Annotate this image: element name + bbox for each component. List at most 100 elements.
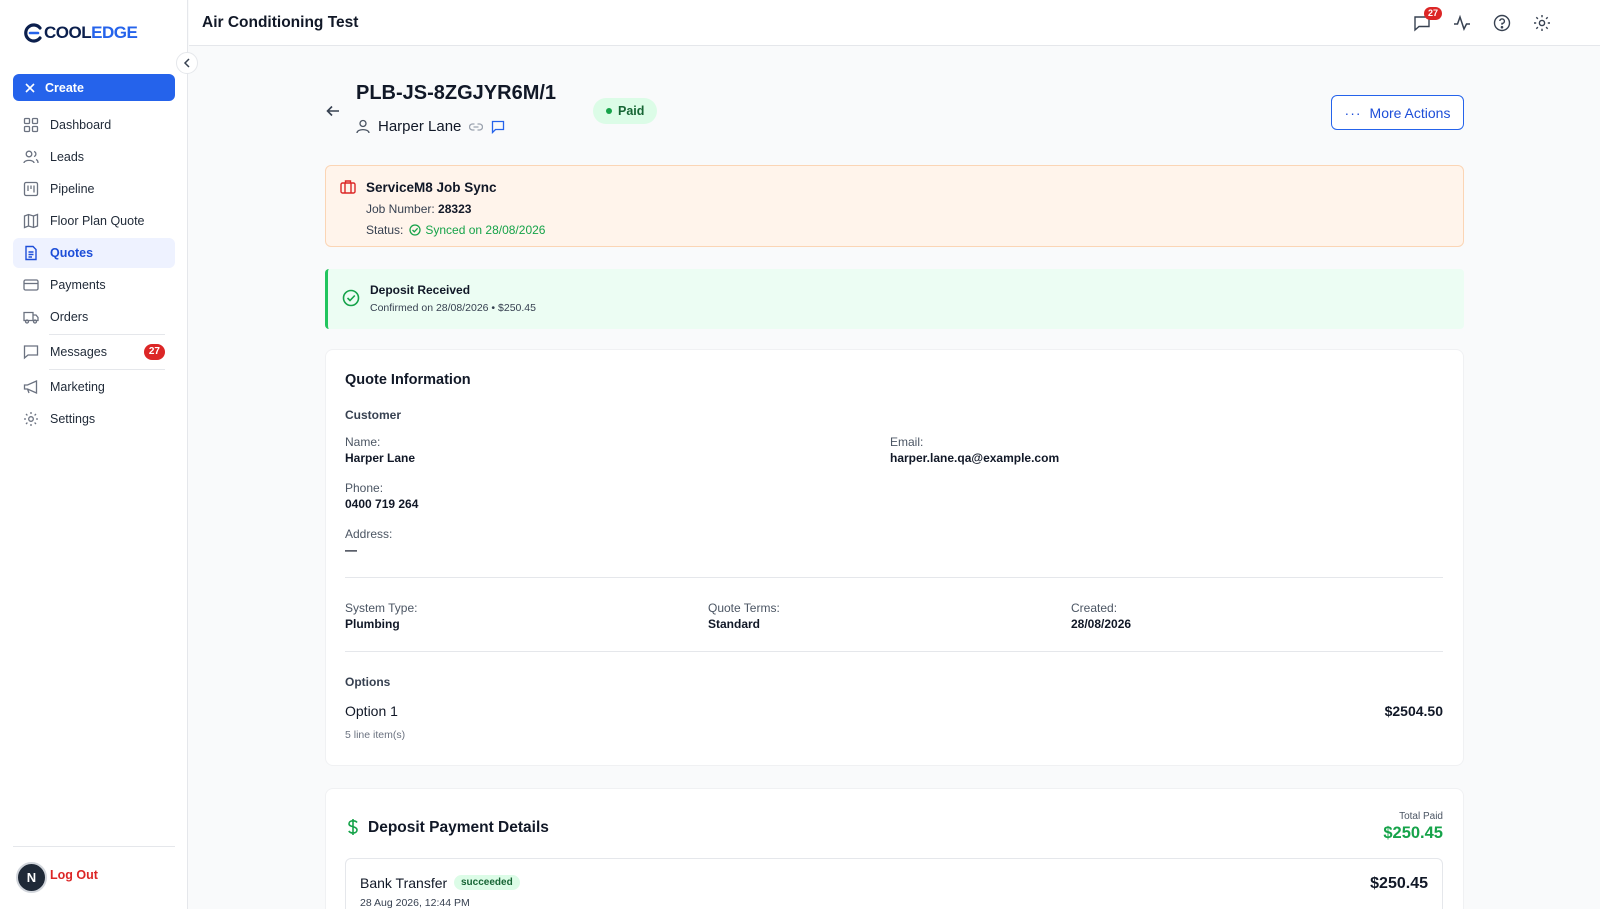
sidebar: COOLEDGE Create Dashboard Leads Pipeline… xyxy=(0,0,188,909)
sidebar-item-label: Marketing xyxy=(50,380,105,394)
created-label: Created: xyxy=(1071,601,1118,615)
truck-icon xyxy=(23,311,39,324)
deposit-title: Deposit Received xyxy=(370,283,471,297)
sidebar-item-quotes[interactable]: Quotes xyxy=(13,238,175,268)
settings-button[interactable] xyxy=(1532,13,1552,33)
sidebar-item-leads[interactable]: Leads xyxy=(13,142,175,172)
top-bar: Air Conditioning Test 27 xyxy=(189,0,1600,46)
create-button[interactable]: Create xyxy=(13,74,175,101)
address-label: Address: xyxy=(345,527,393,541)
sync-title: ServiceM8 Job Sync xyxy=(366,180,497,195)
sidebar-item-label: Payments xyxy=(50,278,106,292)
payment-amount: $250.45 xyxy=(1370,875,1428,892)
phone-value[interactable]: 0400 719 264 xyxy=(345,497,418,511)
sidebar-item-floor-plan-quote[interactable]: Floor Plan Quote xyxy=(13,206,175,236)
help-icon xyxy=(1493,14,1511,32)
payment-row[interactable]: Bank Transfer succeeded 28 Aug 2026, 12:… xyxy=(345,858,1443,909)
sync-status: Status: Synced on 28/08/2026 xyxy=(366,223,545,237)
link-icon[interactable] xyxy=(469,122,484,132)
more-icon: ··· xyxy=(1344,104,1362,121)
section-divider xyxy=(345,577,1443,578)
notifications-button[interactable]: 27 xyxy=(1412,7,1442,33)
sidebar-item-label: Orders xyxy=(50,310,89,324)
close-icon xyxy=(25,82,35,93)
megaphone-icon xyxy=(23,379,38,395)
job-number-label: Job Number: xyxy=(366,202,435,216)
more-actions-button[interactable]: ··· More Actions xyxy=(1331,95,1464,130)
options-section-label: Options xyxy=(345,675,391,689)
sidebar-item-settings[interactable]: Settings xyxy=(13,404,175,434)
sidebar-collapse-button[interactable] xyxy=(176,52,198,74)
phone-label: Phone: xyxy=(345,481,384,495)
sidebar-item-messages[interactable]: Messages 27 xyxy=(13,337,175,367)
users-icon xyxy=(23,150,39,164)
sidebar-item-orders[interactable]: Orders xyxy=(13,302,175,332)
sidebar-item-label: Floor Plan Quote xyxy=(50,214,145,228)
cooledge-logo[interactable]: COOLEDGE xyxy=(22,22,138,44)
message-icon[interactable] xyxy=(491,120,505,134)
deposit-received-banner: Deposit Received Confirmed on 28/08/2026… xyxy=(325,269,1464,329)
logo-suffix: EDGE xyxy=(91,23,138,42)
nav-divider xyxy=(49,334,165,335)
customer-line: Harper Lane xyxy=(356,118,505,135)
briefcase-icon xyxy=(340,180,356,194)
card-title: Deposit Payment Details xyxy=(368,819,549,836)
sync-status-label: Status: xyxy=(366,223,404,237)
deposit-payment-details-card: Deposit Payment Details Total Paid $250.… xyxy=(325,788,1464,909)
pipeline-icon xyxy=(23,181,39,197)
sidebar-item-marketing[interactable]: Marketing xyxy=(13,372,175,402)
quote-information-card: Quote Information Customer Name: Harper … xyxy=(325,349,1464,766)
name-value: Harper Lane xyxy=(345,451,416,465)
email-label: Email: xyxy=(890,435,924,449)
dollar-icon xyxy=(348,819,358,835)
user-icon xyxy=(356,119,370,134)
page-title: Air Conditioning Test xyxy=(202,14,359,31)
job-number-value: 28323 xyxy=(438,202,472,216)
email-value[interactable]: harper.lane.qa@example.com xyxy=(890,451,1059,465)
help-button[interactable] xyxy=(1492,13,1512,33)
customer-name[interactable]: Harper Lane xyxy=(378,118,461,135)
option-line-count: 5 line item(s) xyxy=(345,729,406,741)
payment-method: Bank Transfer xyxy=(360,875,448,891)
option-name[interactable]: Option 1 xyxy=(345,703,398,719)
messages-badge: 27 xyxy=(143,344,165,360)
payment-status-badge: succeeded xyxy=(454,875,520,890)
customer-section-label: Customer xyxy=(345,408,402,422)
avatar[interactable]: N xyxy=(16,862,47,893)
document-icon xyxy=(25,245,37,261)
system-type-label: System Type: xyxy=(345,601,418,615)
status-label: Paid xyxy=(618,104,645,118)
credit-card-icon xyxy=(23,279,39,291)
chevron-left-icon xyxy=(183,58,190,68)
arrow-left-icon xyxy=(326,105,339,117)
sidebar-item-dashboard[interactable]: Dashboard xyxy=(13,110,175,140)
quote-terms-value: Standard xyxy=(708,617,761,631)
sidebar-item-label: Pipeline xyxy=(50,182,95,196)
status-dot xyxy=(606,108,612,114)
gear-icon xyxy=(24,412,38,426)
sidebar-item-label: Messages xyxy=(50,345,107,359)
back-button[interactable] xyxy=(326,104,340,123)
activity-button[interactable] xyxy=(1452,13,1472,33)
logo-mark-icon xyxy=(24,23,42,43)
nav-divider xyxy=(49,369,165,370)
sidebar-item-pipeline[interactable]: Pipeline xyxy=(13,174,175,204)
payment-date: 28 Aug 2026, 12:44 PM xyxy=(360,897,470,909)
sync-job-number: Job Number: 28323 xyxy=(366,202,471,216)
servicem8-sync-panel: ServiceM8 Job Sync Job Number: 28323 Sta… xyxy=(325,165,1464,247)
deposit-subtitle: Confirmed on 28/08/2026 • $250.45 xyxy=(370,302,536,314)
logout-link[interactable]: Log Out xyxy=(50,868,98,882)
logo-text: COOLEDGE xyxy=(44,23,138,43)
quote-terms-label: Quote Terms: xyxy=(708,601,780,615)
sidebar-item-payments[interactable]: Payments xyxy=(13,270,175,300)
main-content: PLB-JS-8ZGJYR6M/1 Harper Lane Paid ··· M… xyxy=(189,46,1600,909)
option-price: $2504.50 xyxy=(1384,703,1443,719)
sidebar-item-label: Quotes xyxy=(50,246,94,260)
sidebar-item-label: Settings xyxy=(50,412,96,426)
status-badge: Paid xyxy=(593,98,658,124)
total-paid-label: Total Paid xyxy=(1399,811,1443,822)
created-value: 28/08/2026 xyxy=(1071,617,1132,631)
system-type-value: Plumbing xyxy=(345,617,400,631)
logo-prefix: COOL xyxy=(44,23,92,42)
create-label: Create xyxy=(45,80,84,95)
